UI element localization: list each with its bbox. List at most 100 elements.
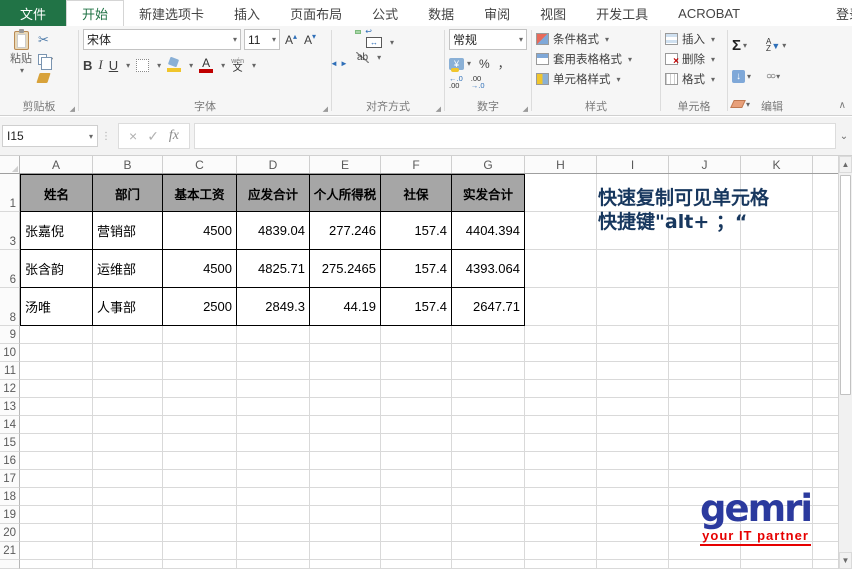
tab-file[interactable]: 文件 — [0, 0, 66, 26]
row-header-11[interactable]: 11 — [0, 362, 20, 380]
align-center-button[interactable] — [346, 42, 350, 44]
cell[interactable] — [163, 560, 237, 569]
cell[interactable] — [597, 560, 669, 569]
cell[interactable] — [163, 344, 237, 362]
cell[interactable] — [741, 344, 813, 362]
cell[interactable] — [525, 542, 597, 560]
cell[interactable] — [381, 416, 452, 434]
cell[interactable] — [163, 398, 237, 416]
cell[interactable] — [813, 434, 838, 452]
cell[interactable] — [525, 398, 597, 416]
cell[interactable] — [452, 542, 525, 560]
row-header-10[interactable]: 10 — [0, 344, 20, 362]
cell[interactable] — [525, 524, 597, 542]
cell[interactable]: 277.246 — [310, 212, 381, 250]
cell[interactable] — [310, 362, 381, 380]
row-header-14[interactable]: 14 — [0, 416, 20, 434]
cell[interactable] — [237, 416, 310, 434]
cell[interactable] — [237, 470, 310, 488]
row-header-17[interactable]: 17 — [0, 470, 20, 488]
cell[interactable] — [381, 506, 452, 524]
cell[interactable] — [813, 560, 838, 569]
cell[interactable] — [597, 288, 669, 326]
tab-6[interactable]: 数据 — [413, 0, 469, 26]
cell[interactable] — [597, 506, 669, 524]
bottom-align-button[interactable] — [356, 31, 360, 33]
cell[interactable] — [93, 362, 163, 380]
cell[interactable] — [525, 416, 597, 434]
cell[interactable] — [237, 542, 310, 560]
cell[interactable]: 44.19 — [310, 288, 381, 326]
cell[interactable] — [813, 250, 838, 288]
cell[interactable] — [93, 380, 163, 398]
cell[interactable] — [20, 434, 93, 452]
cell[interactable] — [813, 288, 838, 326]
cell[interactable] — [20, 524, 93, 542]
cell[interactable]: 157.4 — [381, 212, 452, 250]
cell[interactable]: 4404.394 — [452, 212, 525, 250]
orientation-button[interactable]: ab — [356, 52, 369, 63]
cell[interactable] — [525, 344, 597, 362]
phonetic-guide-button[interactable]: wén文 — [231, 58, 244, 72]
column-header-H[interactable]: H — [525, 156, 597, 173]
column-header-partial[interactable] — [813, 156, 838, 173]
cell[interactable] — [669, 288, 741, 326]
vertical-scrollbar[interactable]: ▲ ▼ — [838, 156, 852, 569]
cell[interactable] — [310, 344, 381, 362]
increase-indent-button[interactable] — [346, 57, 350, 59]
tab-3[interactable]: 插入 — [219, 0, 275, 26]
cell[interactable] — [669, 398, 741, 416]
cell[interactable] — [813, 488, 838, 506]
cell[interactable] — [163, 380, 237, 398]
underline-button[interactable]: U — [109, 58, 118, 73]
shrink-font-button[interactable]: A▾ — [302, 32, 318, 47]
cell[interactable] — [163, 362, 237, 380]
column-header-C[interactable]: C — [163, 156, 237, 173]
cell[interactable] — [237, 560, 310, 569]
formula-input[interactable] — [194, 123, 836, 149]
cell[interactable] — [813, 344, 838, 362]
row-header-8[interactable]: 8 — [0, 288, 20, 326]
cell[interactable] — [93, 506, 163, 524]
scrollbar-thumb[interactable] — [840, 175, 851, 395]
insert-function-icon[interactable]: fx — [169, 128, 179, 144]
cell[interactable] — [20, 452, 93, 470]
cell[interactable] — [237, 344, 310, 362]
cell[interactable] — [163, 470, 237, 488]
cell[interactable] — [525, 212, 597, 250]
top-align-button[interactable] — [336, 31, 340, 33]
cell[interactable]: 运维部 — [93, 250, 163, 288]
cell[interactable] — [669, 380, 741, 398]
cell[interactable]: 张嘉倪 — [20, 212, 93, 250]
column-header-A[interactable]: A — [20, 156, 93, 173]
format-painter-button[interactable] — [38, 70, 53, 86]
row-header-13[interactable]: 13 — [0, 398, 20, 416]
cell[interactable] — [741, 326, 813, 344]
cell[interactable] — [452, 470, 525, 488]
scroll-down-icon[interactable]: ▼ — [839, 552, 852, 569]
cell[interactable] — [525, 560, 597, 569]
cell[interactable] — [163, 434, 237, 452]
cell[interactable] — [813, 174, 838, 212]
cell[interactable] — [597, 470, 669, 488]
cell[interactable] — [597, 344, 669, 362]
name-box[interactable]: I15▾ — [2, 125, 98, 147]
conditional-formatting-button[interactable]: 条件格式▾ — [536, 31, 632, 47]
cell[interactable] — [310, 452, 381, 470]
column-header-K[interactable]: K — [741, 156, 813, 173]
cell[interactable] — [813, 416, 838, 434]
cell[interactable] — [20, 380, 93, 398]
percent-style-button[interactable]: % — [479, 57, 490, 71]
cell[interactable] — [452, 488, 525, 506]
cell[interactable] — [452, 362, 525, 380]
cell[interactable] — [93, 326, 163, 344]
expand-formula-bar-icon[interactable]: ⌄ — [836, 131, 852, 142]
cell[interactable] — [669, 326, 741, 344]
cell[interactable] — [381, 434, 452, 452]
row-header-20[interactable]: 20 — [0, 524, 20, 542]
cell[interactable] — [597, 398, 669, 416]
cell[interactable] — [237, 434, 310, 452]
cell[interactable]: 4500 — [163, 250, 237, 288]
cell[interactable] — [310, 542, 381, 560]
cell[interactable] — [452, 434, 525, 452]
